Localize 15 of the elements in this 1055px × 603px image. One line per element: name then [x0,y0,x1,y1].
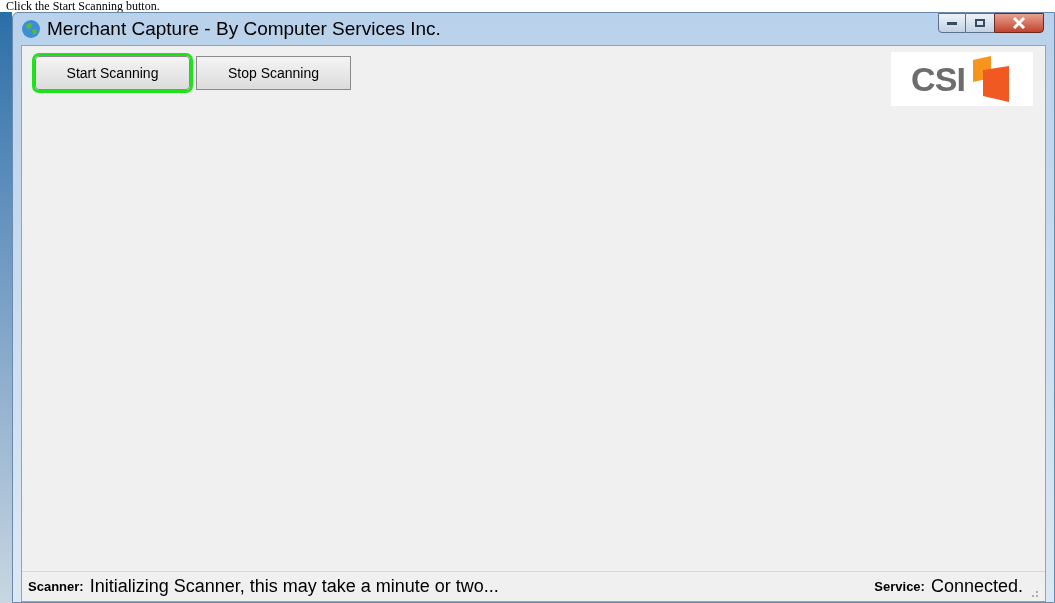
close-button[interactable] [994,13,1044,33]
close-icon [1012,17,1026,29]
status-text: Connected. [930,575,1023,598]
globe-icon [21,19,41,39]
scan-button[interactable]: Stop Scanning [196,56,351,90]
resize-grip-icon [1029,588,1039,598]
scan-button[interactable]: Start Scanning [35,56,190,90]
window-title: Merchant Capture - By Computer Services Inc. [47,16,441,41]
status-text: Initializing Scanner, this may take a minute or two... [89,575,499,598]
status-label: Scanner: [28,577,84,596]
instruction-text: Click the Start Scanning button. [6,0,160,12]
maximize-button[interactable] [966,13,994,33]
csi-logo: CSI [891,52,1033,106]
status-label: Service: [874,577,925,596]
minimize-button[interactable] [938,13,966,33]
